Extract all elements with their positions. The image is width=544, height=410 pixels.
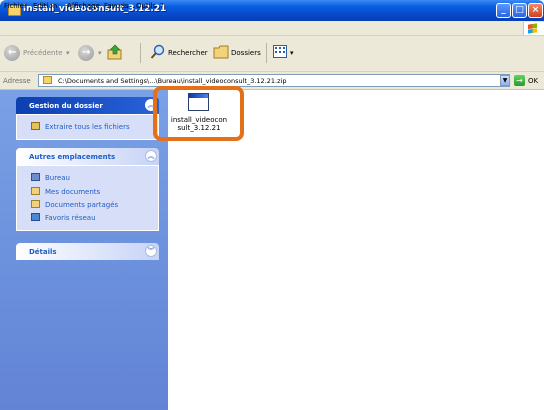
windows-flag-icon <box>528 23 537 34</box>
address-value[interactable]: C:\Documents and Settings\...\Bureau\ins… <box>58 77 286 85</box>
menu-help[interactable]: ? <box>160 2 164 10</box>
menu-fichier[interactable]: Fichier <box>4 2 27 10</box>
place-link-favoris-reseau[interactable]: Favoris réseau <box>45 214 96 222</box>
extract-icon <box>31 122 40 130</box>
my-documents-icon <box>31 187 40 195</box>
panel-title-folder-tasks[interactable]: Gestion du dossier <box>29 102 103 110</box>
go-button-label[interactable]: OK <box>528 77 538 85</box>
minimize-button[interactable]: _ <box>496 3 511 18</box>
panel-title-other-places[interactable]: Autres emplacements <box>29 153 115 161</box>
folders-icon[interactable] <box>213 45 229 59</box>
chevron-down-icon[interactable]: ︾ <box>145 245 157 257</box>
highlight-annotation <box>153 86 244 141</box>
toolbar-separator <box>140 43 141 63</box>
go-arrow-icon[interactable]: → <box>514 75 525 86</box>
menu-outils[interactable]: Outils <box>136 2 156 10</box>
forward-arrow-glyph: → <box>82 47 91 58</box>
views-icon[interactable] <box>273 45 287 58</box>
menu-bar <box>0 21 544 36</box>
search-button-label[interactable]: Rechercher <box>168 49 208 57</box>
menu-edition[interactable]: Edition <box>33 2 57 10</box>
desktop-icon <box>31 173 40 181</box>
back-arrow-glyph: ← <box>8 47 17 58</box>
maximize-button[interactable]: □ <box>512 3 527 18</box>
folders-button-label[interactable]: Dossiers <box>231 49 261 57</box>
close-button[interactable]: × <box>528 3 543 18</box>
panel-title-details[interactable]: Détails <box>29 248 57 256</box>
network-icon <box>31 213 40 221</box>
zip-folder-icon <box>43 76 52 84</box>
place-link-documents-partages[interactable]: Documents partagés <box>45 201 118 209</box>
forward-dropdown-icon[interactable]: ▾ <box>98 49 102 57</box>
task-link-extract[interactable]: Extraire tous les fichiers <box>45 123 130 131</box>
menu-affichage[interactable]: Affichage <box>67 2 100 10</box>
toolbar-separator <box>266 43 267 63</box>
place-link-mes-documents[interactable]: Mes documents <box>45 188 100 196</box>
views-dropdown-icon[interactable]: ▾ <box>290 49 294 57</box>
address-dropdown-icon[interactable]: ▼ <box>500 75 510 86</box>
place-link-bureau[interactable]: Bureau <box>45 174 70 182</box>
back-dropdown-icon[interactable]: ▾ <box>66 49 70 57</box>
search-icon[interactable] <box>150 44 166 60</box>
menu-favoris[interactable]: Favoris <box>104 2 129 10</box>
chevron-up-icon[interactable]: ︽ <box>145 150 157 162</box>
back-button-label[interactable]: Précédente <box>23 49 63 57</box>
up-folder-icon[interactable] <box>107 44 123 60</box>
shared-folder-icon <box>31 200 40 208</box>
address-label: Adresse <box>3 77 31 85</box>
